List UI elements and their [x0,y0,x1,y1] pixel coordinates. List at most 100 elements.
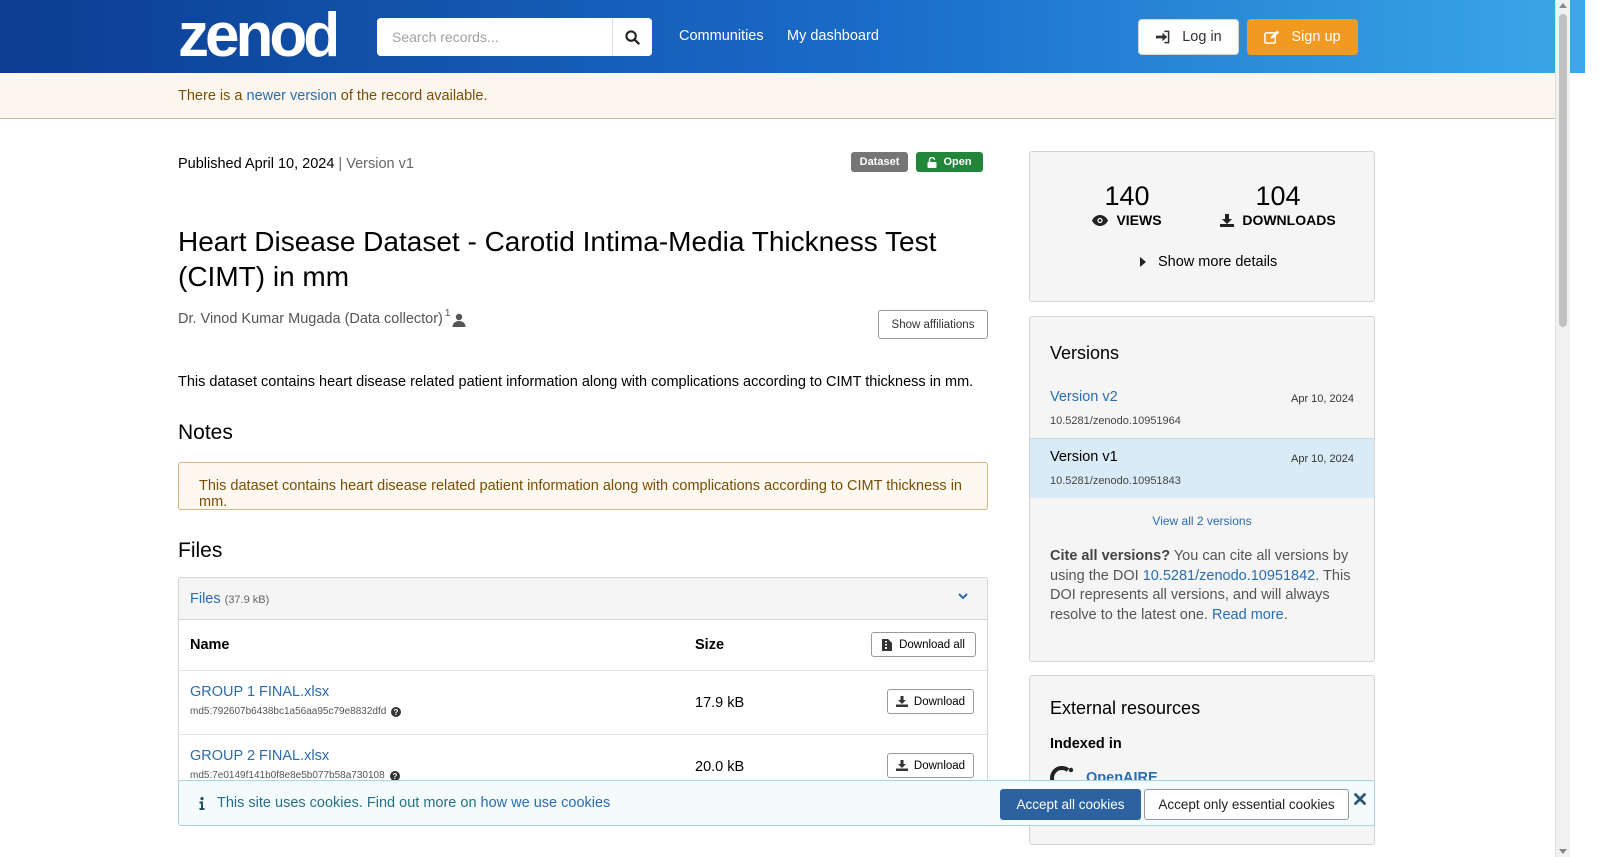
accept-all-cookies-button[interactable]: Accept all cookies [1000,789,1141,820]
files-total-size: (37.9 kB) [224,594,270,606]
creator-name[interactable]: Dr. Vinod Kumar Mugada (Data collector) [178,311,443,327]
newer-version-link[interactable]: newer version [247,88,337,104]
more-details-label: Show more details [1158,254,1278,270]
search-button[interactable] [612,18,652,56]
page-scrollbar[interactable] [1555,0,1570,857]
record-title: Heart Disease Dataset - Carotid Intima-M… [178,226,937,292]
svg-text:?: ? [394,708,399,717]
signup-button[interactable]: Sign up [1247,19,1358,55]
downloads-label: DOWNLOADS [1220,212,1336,228]
login-label: Log in [1182,29,1222,45]
version-label: | Version v1 [334,156,414,172]
download-all-button[interactable]: Download all [871,632,976,657]
files-panel: Files (37.9 kB) Name Size Download all G… [178,577,988,797]
scroll-up-arrow-icon[interactable] [1559,3,1567,8]
notes-heading: Notes [178,421,233,444]
scroll-down-arrow-icon[interactable] [1559,849,1567,854]
concept-doi-link[interactable]: 10.5281/zenodo.10951842 [1143,568,1316,584]
stats-panel: 140 VIEWS 104 DOWNLOADS Show more detail… [1029,151,1375,302]
resource-type-label: Dataset [859,156,900,168]
view-all-versions-link[interactable]: View all 2 versions [1030,514,1374,528]
file-archive-icon [882,638,893,651]
info-icon [199,796,205,810]
version-item[interactable]: Version v2 Apr 10, 2024 10.5281/zenodo.1… [1030,379,1374,439]
cookie-text: This site uses cookies. Find out more on [217,795,481,811]
search-box [377,18,652,56]
files-panel-header[interactable]: Files (37.9 kB) [179,578,987,620]
version-date: Apr 10, 2024 [1291,393,1354,405]
cookie-policy-link[interactable]: how we use cookies [481,795,611,811]
views-label-text: VIEWS [1116,212,1162,228]
download-icon [895,760,908,771]
show-affiliations-button[interactable]: Show affiliations [878,310,988,339]
affiliation-number: 1 [444,308,451,319]
access-badge: Open [916,152,983,172]
scrollbar-thumb[interactable] [1559,14,1567,327]
access-label: Open [943,156,972,168]
question-circle-icon[interactable]: ? [389,770,400,781]
eye-icon [1092,214,1109,226]
top-navbar: zenodo Communities My dashboard Log in S… [0,0,1585,73]
download-label: Download [913,759,966,772]
files-panel-title[interactable]: Files [190,591,221,607]
file-size: 17.9 kB [695,695,745,711]
login-button[interactable]: Log in [1138,19,1239,55]
publication-info: Published April 10, 2024 | Version v1 [178,156,414,172]
show-more-details[interactable]: Show more details [1140,254,1277,270]
versions-panel: Versions Version v2 Apr 10, 2024 10.5281… [1029,316,1375,662]
version-doi: 10.5281/zenodo.10951964 [1050,415,1181,427]
version-doi: 10.5281/zenodo.10951843 [1050,475,1181,487]
download-icon [895,696,908,707]
caret-right-icon [1140,257,1146,267]
downloads-label-text: DOWNLOADS [1242,212,1336,228]
resource-type-badge: Dataset [851,152,908,172]
download-button[interactable]: Download [887,753,974,778]
version-link[interactable]: Version v2 [1050,389,1118,405]
cookie-banner: This site uses cookies. Find out more on… [178,780,1375,826]
cite-all-versions: Cite all versions? You can cite all vers… [1050,547,1360,625]
cite-heading: Cite all versions? [1050,548,1171,564]
sign-in-icon [1156,30,1170,44]
views-stat: 140 VIEWS [1092,180,1162,228]
nav-communities[interactable]: Communities [679,28,764,44]
close-icon[interactable] [1354,793,1366,805]
download-label: Download [913,695,966,708]
checksum-text: md5:792607b6438bc1a56aa95c79e8832dfd [190,706,387,717]
read-more-link[interactable]: Read more [1212,607,1284,623]
user-icon [452,313,466,327]
chevron-down-icon[interactable] [957,590,969,602]
accept-essential-cookies-button[interactable]: Accept only essential cookies [1144,789,1349,820]
downloads-count: 104 [1255,181,1301,211]
banner-text-end: of the record available. [336,88,488,104]
download-all-label: Download all [899,638,965,651]
file-link[interactable]: GROUP 2 FINAL.xlsx [190,748,329,764]
svg-text:zenodo: zenodo [178,6,336,62]
download-icon [1220,213,1235,227]
downloads-stat: 104 DOWNLOADS [1220,180,1336,228]
edit-icon [1264,29,1280,44]
files-table-header: Name Size Download all [179,620,987,671]
external-resources-heading: External resources [1050,698,1201,718]
question-circle-icon[interactable]: ? [391,706,402,717]
newer-version-banner: There is a newer version of the record a… [0,73,1555,119]
signup-label: Sign up [1291,29,1341,45]
column-size: Size [695,637,725,653]
download-button[interactable]: Download [887,689,974,714]
creator: Dr. Vinod Kumar Mugada (Data collector) … [178,308,466,327]
file-size: 20.0 kB [695,759,745,775]
nav-my-dashboard[interactable]: My dashboard [787,28,879,44]
zenodo-logo[interactable]: zenodo [178,6,336,62]
version-date: Apr 10, 2024 [1291,453,1354,465]
indexed-in-label: Indexed in [1050,736,1122,752]
version-item-current[interactable]: Version v1 Apr 10, 2024 10.5281/zenodo.1… [1030,438,1374,498]
unlock-icon [927,156,937,168]
notes-box: This dataset contains heart disease rela… [178,462,988,510]
search-input[interactable] [377,18,612,56]
banner-text: There is a [178,88,247,104]
file-checksum: md5:792607b6438bc1a56aa95c79e8832dfd ? [190,706,402,717]
file-link[interactable]: GROUP 1 FINAL.xlsx [190,684,329,700]
views-count: 140 [1104,181,1150,211]
published-date: Published April 10, 2024 [178,156,335,172]
cite-end: . [1283,606,1288,623]
column-name: Name [190,637,230,653]
